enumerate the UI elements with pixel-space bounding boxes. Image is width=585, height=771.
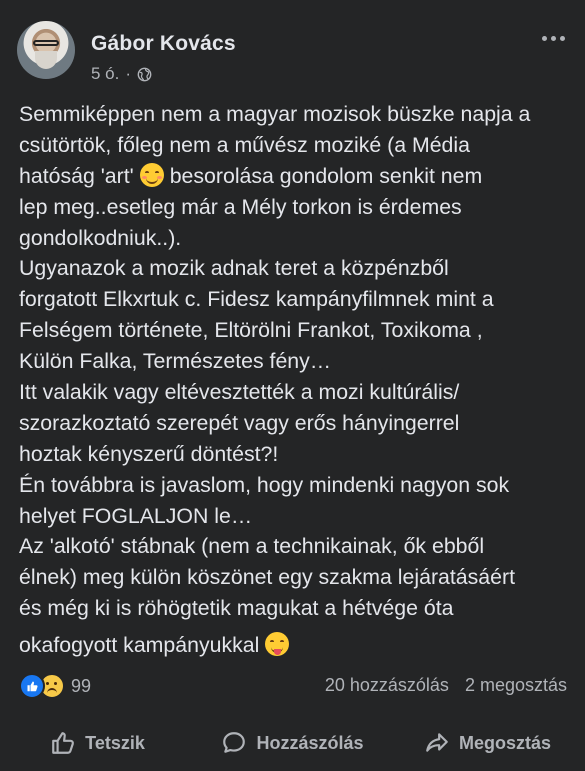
reaction-count[interactable]: 99 — [71, 676, 91, 697]
post-line: Semmiképpen nem a magyar mozisok büszke … — [19, 102, 531, 126]
post-line: hatóság 'art' besorolása gondolom senkit … — [19, 161, 579, 192]
like-button[interactable]: Tetszik — [0, 715, 195, 771]
emoji-mouth — [145, 176, 158, 184]
smiling-face-emoji — [139, 162, 164, 187]
avatar-beard — [35, 51, 57, 69]
comment-count[interactable]: 20 hozzászólás — [325, 675, 449, 696]
post-stats: 99 20 hozzászólás 2 megosztás — [0, 670, 585, 702]
meta-separator: · — [125, 64, 132, 83]
emoji-tongue — [274, 649, 282, 656]
post-meta: 5 ó. · — [91, 64, 152, 84]
post-header: Gábor Kovács 5 ó. · — [0, 0, 585, 100]
post-line: okafogyott kampányukkal — [19, 630, 579, 661]
share-count[interactable]: 2 megosztás — [465, 675, 567, 696]
post-line: csütörtök, főleg nem a művész moziké (a … — [19, 132, 470, 157]
reactions-summary[interactable]: 99 — [19, 673, 91, 699]
post-line: Ugyanazok a mozik adnak teret a közpénzb… — [19, 256, 449, 281]
post-line: gondolkodniuk..). — [19, 225, 182, 250]
comment-bubble-icon — [223, 732, 246, 753]
post-line: forgatott Elkxrtuk c. Fidesz kampányfilm… — [19, 287, 494, 312]
comment-label: Hozzászólás — [256, 732, 364, 753]
avatar-glasses — [33, 40, 59, 46]
post-line: Én továbbra is javaslom, hogy mindenki n… — [19, 472, 510, 497]
post-text-segment: besorolása gondolom senkit nem — [169, 163, 483, 188]
thumbs-up-glyph — [27, 681, 38, 692]
post-line: és még ki is röhögtetik magukat a hétvég… — [19, 596, 454, 621]
avatar[interactable] — [17, 21, 75, 79]
post-line: hoztak kényszerű döntést?! — [19, 441, 279, 466]
author-name[interactable]: Gábor Kovács — [91, 32, 236, 56]
share-label: Megosztás — [458, 732, 552, 753]
share-button[interactable]: Megosztás — [390, 715, 585, 771]
post-line: Az 'alkotó' stábnak (nem a technikainak,… — [19, 534, 485, 559]
like-reaction-icon — [19, 673, 45, 699]
post-line: lep meg..esetleg már a Mély torkon is ér… — [19, 194, 462, 219]
more-options-icon[interactable] — [542, 36, 565, 41]
tongue-out-emoji — [265, 632, 290, 657]
more-dot — [551, 36, 556, 41]
engagement-counts: 20 hozzászólás 2 megosztás — [325, 675, 567, 696]
more-dot — [560, 36, 565, 41]
post-time[interactable]: 5 ó. — [91, 64, 119, 84]
post-line: Itt valakik vagy eltévesztették a mozi k… — [19, 380, 460, 405]
post-line: Külön Falka, Természetes fény… — [19, 349, 332, 374]
post-line: szorazkoztató szerepét vagy erős hánying… — [19, 410, 460, 435]
post-text-segment: okafogyott kampányukkal — [19, 633, 260, 658]
more-dot — [542, 36, 547, 41]
post-line: helyet FOGLALJON le… — [19, 503, 253, 528]
share-arrow-icon — [426, 733, 448, 752]
post-body: Semmiképpen nem a magyar mozisok büszke … — [19, 99, 579, 661]
like-label: Tetszik — [85, 732, 145, 753]
thumbs-up-icon — [52, 732, 75, 754]
comment-button[interactable]: Hozzászólás — [195, 715, 390, 771]
post-line: élnek) meg külön köszönet egy szakma lej… — [19, 565, 515, 590]
globe-icon[interactable] — [137, 67, 152, 82]
post-text-segment: hatóság 'art' — [19, 163, 134, 188]
action-bar: Tetszik Hozzászólás Megosztás — [0, 715, 585, 771]
post-line: Felségem története, Eltörölni Frankot, T… — [19, 318, 483, 343]
